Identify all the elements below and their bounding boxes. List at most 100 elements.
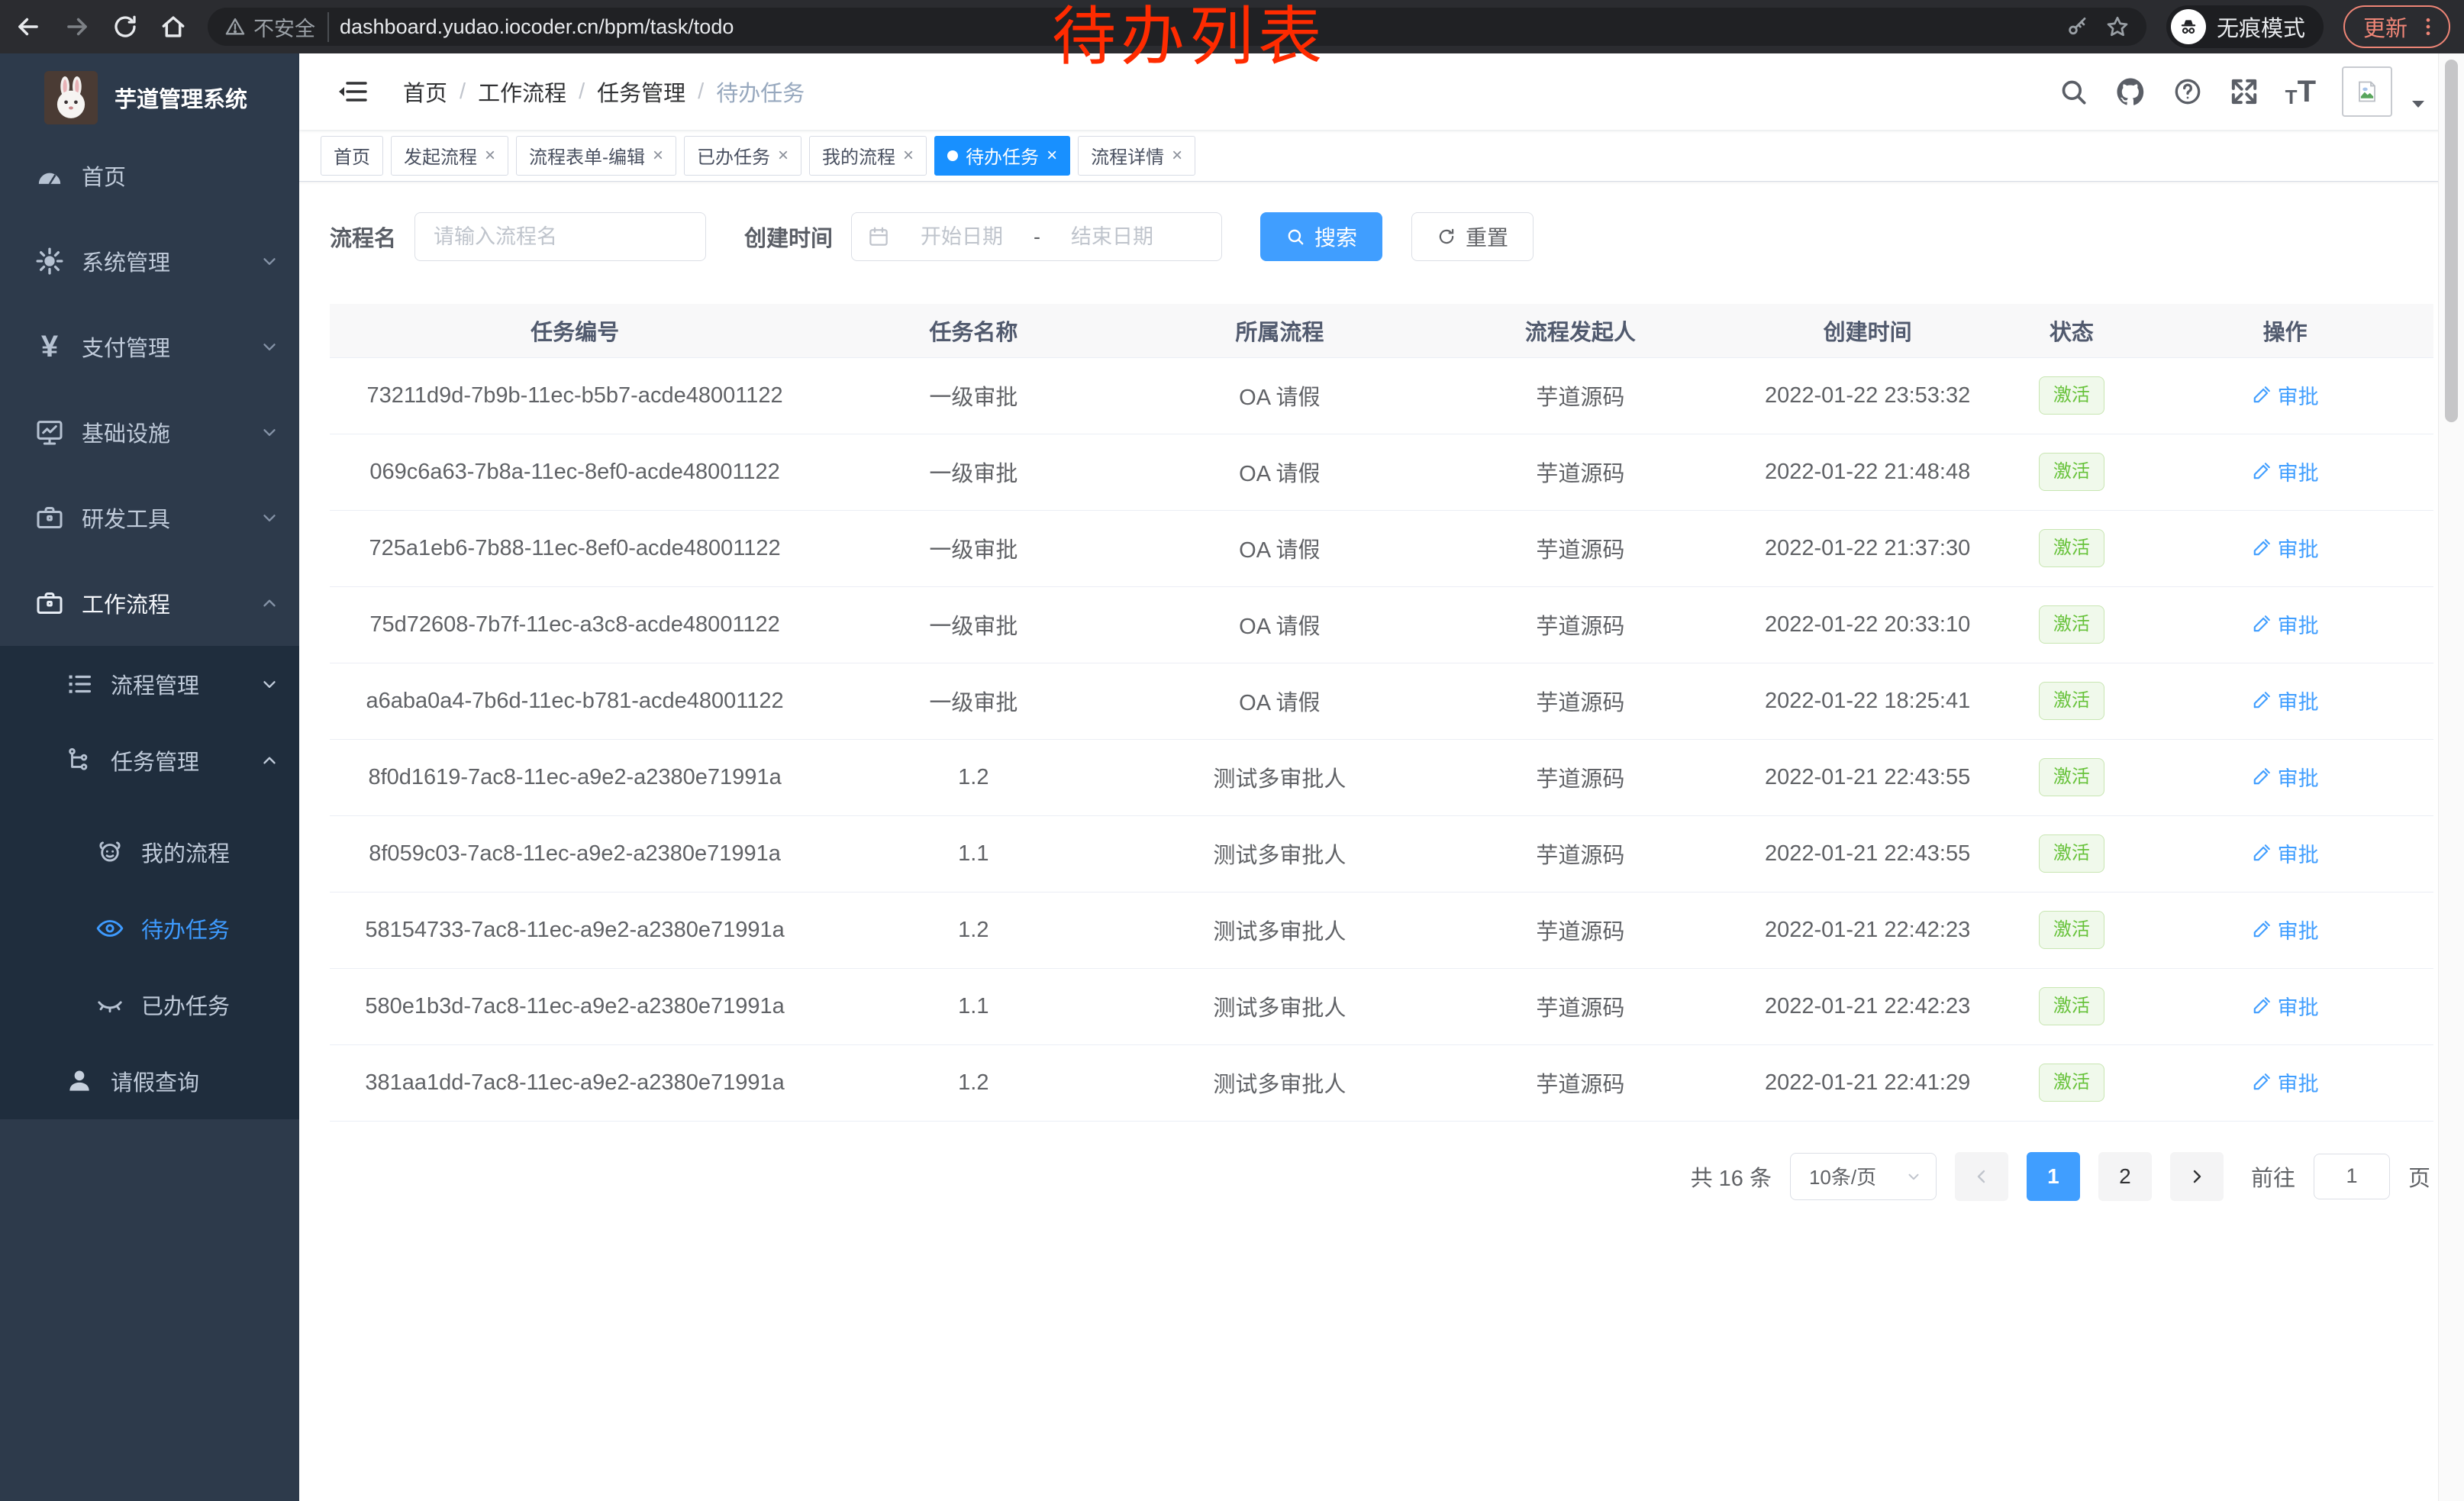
sidebar-collapse-icon[interactable] [337, 79, 368, 105]
start-date-input[interactable] [901, 225, 1023, 249]
sidebar-item-done-task[interactable]: 已办任务 [0, 967, 299, 1043]
task-table: 任务编号 任务名称 所属流程 流程发起人 创建时间 状态 操作 73211d9d… [330, 304, 2433, 1122]
caret-down-icon[interactable] [2411, 99, 2426, 110]
approve-link[interactable]: 审批 [2252, 457, 2319, 486]
fullscreen-icon[interactable] [2229, 76, 2259, 107]
sidebar-item-home[interactable]: 首页 [0, 133, 299, 218]
chevron-down-icon [260, 337, 279, 357]
prev-page-button[interactable] [1955, 1152, 2008, 1201]
back-icon[interactable] [14, 12, 43, 41]
github-icon[interactable] [2114, 76, 2146, 108]
home-icon[interactable] [159, 12, 188, 41]
scrollbar-thumb[interactable] [2445, 60, 2458, 422]
close-icon[interactable]: × [903, 147, 914, 165]
reset-button[interactable]: 重置 [1411, 212, 1534, 261]
goto-page-input[interactable] [2314, 1154, 2390, 1199]
sidebar-item-label: 流程管理 [111, 668, 243, 700]
breadcrumb-current: 待办任务 [716, 76, 805, 108]
end-date-input[interactable] [1051, 225, 1173, 249]
avatar[interactable] [2342, 66, 2392, 117]
breadcrumb-separator: / [460, 79, 466, 105]
process-name-label: 流程名 [330, 221, 396, 253]
page-button-1[interactable]: 1 [2027, 1152, 2080, 1201]
sidebar-item-leave-query[interactable]: 请假查询 [0, 1043, 299, 1119]
chevron-up-icon [260, 593, 279, 613]
process-name-input[interactable] [414, 212, 706, 261]
cell-task-id: 381aa1dd-7ac8-11ec-a9e2-a2380e71991a [330, 1044, 820, 1121]
tab-done-task[interactable]: 已办任务 × [684, 136, 801, 176]
sidebar-item-label: 工作流程 [82, 587, 243, 619]
tags-view: 首页 发起流程 × 流程表单-编辑 × 已办任务 × 我的流程 × 待办任务 × [299, 130, 2464, 182]
sidebar-item-payment[interactable]: ¥ 支付管理 [0, 304, 299, 389]
page-button-2[interactable]: 2 [2098, 1152, 2152, 1201]
app-title: 芋道管理系统 [114, 82, 247, 114]
cell-starter: 芋道源码 [1432, 739, 1729, 815]
close-icon[interactable]: × [1047, 147, 1057, 165]
help-icon[interactable] [2172, 76, 2203, 107]
breadcrumb-task-mgmt[interactable]: 任务管理 [597, 76, 685, 108]
breadcrumb-separator: / [579, 79, 585, 105]
calendar-icon [867, 225, 890, 248]
breadcrumb-home[interactable]: 首页 [403, 76, 447, 108]
page-size-select[interactable]: 10条/页 [1790, 1153, 1937, 1200]
approve-link[interactable]: 审批 [2252, 1067, 2319, 1097]
cell-task-id: 8f059c03-7ac8-11ec-a9e2-a2380e71991a [330, 815, 820, 892]
close-icon[interactable]: × [778, 147, 789, 165]
password-key-icon[interactable] [2066, 15, 2088, 38]
close-icon[interactable]: × [485, 147, 495, 165]
site-security[interactable]: 不安全 [224, 12, 329, 42]
date-range-picker[interactable]: - [851, 212, 1222, 261]
update-button[interactable]: 更新 [2343, 5, 2450, 48]
cell-created: 2022-01-22 18:25:41 [1729, 663, 2007, 739]
table-row: 8f059c03-7ac8-11ec-a9e2-a2380e71991a 1.1… [330, 815, 2433, 892]
col-created: 创建时间 [1729, 304, 2007, 357]
sidebar-item-todo-task[interactable]: 待办任务 [0, 890, 299, 967]
sidebar-item-devtools[interactable]: 研发工具 [0, 475, 299, 560]
pagination: 共 16 条 10条/页 1 2 前往 页 [330, 1152, 2433, 1201]
next-page-button[interactable] [2170, 1152, 2224, 1201]
browser-menu-dots-icon[interactable] [2417, 15, 2440, 38]
sidebar-item-infrastructure[interactable]: 基础设施 [0, 389, 299, 475]
breadcrumb-workflow[interactable]: 工作流程 [478, 76, 566, 108]
tab-my-process[interactable]: 我的流程 × [809, 136, 927, 176]
approve-link[interactable]: 审批 [2252, 838, 2319, 868]
status-badge: 激活 [2039, 605, 2104, 643]
sidebar-item-my-process[interactable]: 我的流程 [0, 814, 299, 890]
page-scrollbar[interactable] [2438, 53, 2464, 1501]
approve-link[interactable]: 审批 [2252, 762, 2319, 792]
tab-todo-task[interactable]: 待办任务 × [934, 136, 1070, 176]
sidebar-item-process-mgmt[interactable]: 流程管理 [0, 646, 299, 722]
sidebar-item-system[interactable]: 系统管理 [0, 218, 299, 304]
col-action: 操作 [2137, 304, 2433, 357]
forward-icon[interactable] [63, 12, 92, 41]
sidebar-logo[interactable]: 芋道管理系统 [0, 53, 299, 133]
approve-link[interactable]: 审批 [2252, 686, 2319, 715]
reload-icon[interactable] [111, 13, 139, 40]
tab-home[interactable]: 首页 [321, 136, 383, 176]
sidebar-item-workflow[interactable]: 工作流程 [0, 560, 299, 646]
address-bar[interactable]: 不安全 dashboard.yudao.iocoder.cn/bpm/task/… [208, 8, 2146, 46]
close-icon[interactable]: × [653, 147, 663, 165]
tab-form-edit[interactable]: 流程表单-编辑 × [516, 136, 676, 176]
cell-process: 测试多审批人 [1127, 815, 1433, 892]
approve-link[interactable]: 审批 [2252, 533, 2319, 563]
chevron-down-icon [260, 251, 279, 271]
sidebar-item-task-mgmt[interactable]: 任务管理 [0, 722, 299, 799]
approve-link[interactable]: 审批 [2252, 380, 2319, 410]
tab-process-detail[interactable]: 流程详情 × [1078, 136, 1195, 176]
approve-link[interactable]: 审批 [2252, 609, 2319, 639]
incognito-icon [2171, 9, 2206, 44]
tab-start-process[interactable]: 发起流程 × [391, 136, 508, 176]
approve-link[interactable]: 审批 [2252, 991, 2319, 1021]
cell-created: 2022-01-22 21:48:48 [1729, 434, 2007, 510]
search-icon [1285, 227, 1305, 247]
chevron-down-icon [1905, 1168, 1922, 1185]
approve-link[interactable]: 审批 [2252, 915, 2319, 944]
search-icon[interactable] [2058, 76, 2088, 107]
cell-task-id: 580e1b3d-7ac8-11ec-a9e2-a2380e71991a [330, 968, 820, 1044]
bookmark-star-icon[interactable] [2105, 15, 2130, 39]
search-button[interactable]: 搜索 [1260, 212, 1382, 261]
close-icon[interactable]: × [1172, 147, 1182, 165]
font-size-icon[interactable]: TT [2285, 76, 2316, 107]
chevron-down-icon [260, 422, 279, 442]
